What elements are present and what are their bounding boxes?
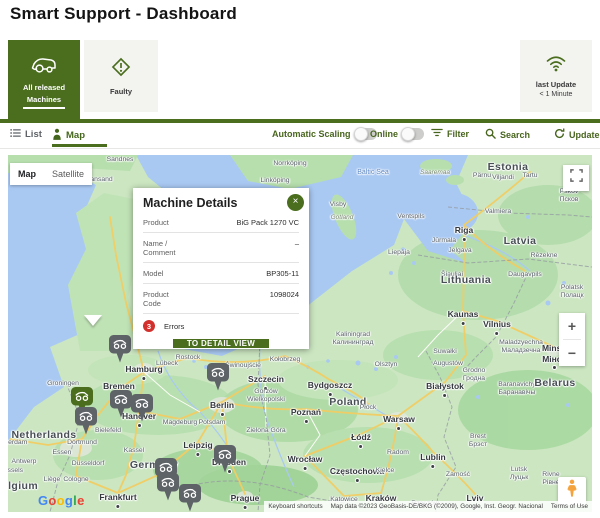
update-button[interactable]: Update — [554, 128, 600, 141]
filter-all-released-label-2: Machines — [27, 95, 61, 105]
map-canvas[interactable]: SandnesKristiansandNorrköpingLinköpingBa… — [8, 155, 592, 512]
machine-marker[interactable] — [109, 335, 131, 364]
filter-faulty[interactable]: Faulty — [84, 40, 158, 112]
filter-button[interactable]: Filter — [431, 128, 469, 139]
pegman-icon — [566, 479, 578, 503]
map-type-map-button[interactable]: Map — [10, 169, 44, 179]
filter-faulty-label: Faulty — [110, 87, 132, 97]
machine-details-title: Machine Details — [143, 196, 299, 210]
tab-list-label: List — [25, 129, 42, 140]
active-tab-underline — [52, 144, 107, 147]
faulty-warning-diamond-icon — [109, 55, 133, 84]
tab-map[interactable]: Map — [52, 128, 85, 143]
tab-map-label: Map — [66, 130, 85, 141]
to-detail-view-button[interactable]: TO DETAIL VIEW — [173, 339, 269, 348]
last-update-label: last Update — [536, 80, 576, 90]
zoom-in-button[interactable]: + — [559, 313, 585, 339]
detail-row: ModelBP305-11 — [143, 263, 299, 284]
detail-row: ProductBiG Pack 1270 VC — [143, 212, 299, 233]
errors-row: 3 Errors — [143, 314, 299, 337]
refresh-icon — [554, 128, 565, 141]
google-logo[interactable]: Google — [38, 493, 85, 508]
machine-marker[interactable] — [131, 394, 153, 423]
automatic-scaling-label: Automatic Scaling — [272, 129, 351, 139]
map-attribution: Keyboard shortcuts Map data ©2023 GeoBas… — [264, 501, 592, 512]
map-type-satellite-button[interactable]: Satellite — [44, 169, 92, 179]
machine-details-popup: Machine Details × ProductBiG Pack 1270 V… — [133, 188, 309, 349]
map-data-attribution: Map data ©2023 GeoBasis-DE/BKG (©2009), … — [327, 501, 547, 512]
error-count-badge: 3 — [143, 320, 155, 332]
toggle-knob — [401, 127, 415, 141]
filter-icon — [431, 128, 443, 139]
keyboard-shortcuts-link[interactable]: Keyboard shortcuts — [264, 501, 326, 512]
detail-row: Product Code1098024 — [143, 284, 299, 314]
search-label: Search — [500, 130, 530, 140]
popup-tail — [84, 315, 102, 326]
online-label: Online — [370, 129, 398, 139]
fullscreen-icon — [570, 169, 583, 187]
filter-all-released-label-1: All released — [23, 83, 65, 93]
online-control: Online — [370, 128, 424, 140]
baler-machine-icon — [30, 54, 58, 80]
zoom-out-button[interactable]: − — [559, 340, 585, 366]
tab-bar: List Map Automatic Scaling Online Filter… — [0, 123, 600, 149]
page-title: Smart Support - Dashboard — [10, 4, 237, 24]
machine-marker[interactable] — [110, 390, 132, 419]
filter-all-released-machines[interactable]: All released Machines — [8, 40, 80, 119]
detail-row: Name / Comment– — [143, 233, 299, 263]
fullscreen-button[interactable] — [563, 165, 589, 191]
search-icon — [485, 128, 496, 141]
zoom-control: + − — [559, 313, 585, 366]
machine-marker[interactable] — [179, 484, 201, 512]
selected-indicator — [23, 107, 65, 109]
machine-marker[interactable] — [214, 445, 236, 474]
machine-details-rows: ProductBiG Pack 1270 VCName / Comment–Mo… — [143, 212, 299, 314]
machine-marker-selected[interactable] — [207, 363, 229, 392]
online-toggle[interactable] — [402, 128, 424, 140]
filter-label: Filter — [447, 129, 469, 139]
person-pin-icon — [52, 128, 62, 143]
toggle-knob — [354, 127, 368, 141]
terms-of-use-link[interactable]: Terms of Use — [547, 501, 592, 512]
map-type-control: Map Satellite — [10, 163, 92, 185]
search-button[interactable]: Search — [485, 128, 530, 141]
machine-marker[interactable] — [75, 407, 97, 436]
last-update-value: < 1 Minute — [540, 91, 573, 98]
automatic-scaling-control: Automatic Scaling — [272, 128, 377, 140]
wifi-icon — [544, 54, 568, 77]
close-icon[interactable]: × — [287, 194, 304, 211]
last-update-card[interactable]: last Update < 1 Minute — [520, 40, 592, 112]
list-icon — [10, 128, 21, 141]
update-label: Update — [569, 130, 600, 140]
errors-label: Errors — [164, 322, 184, 331]
tab-list[interactable]: List — [10, 128, 42, 141]
machine-marker[interactable] — [157, 473, 179, 502]
